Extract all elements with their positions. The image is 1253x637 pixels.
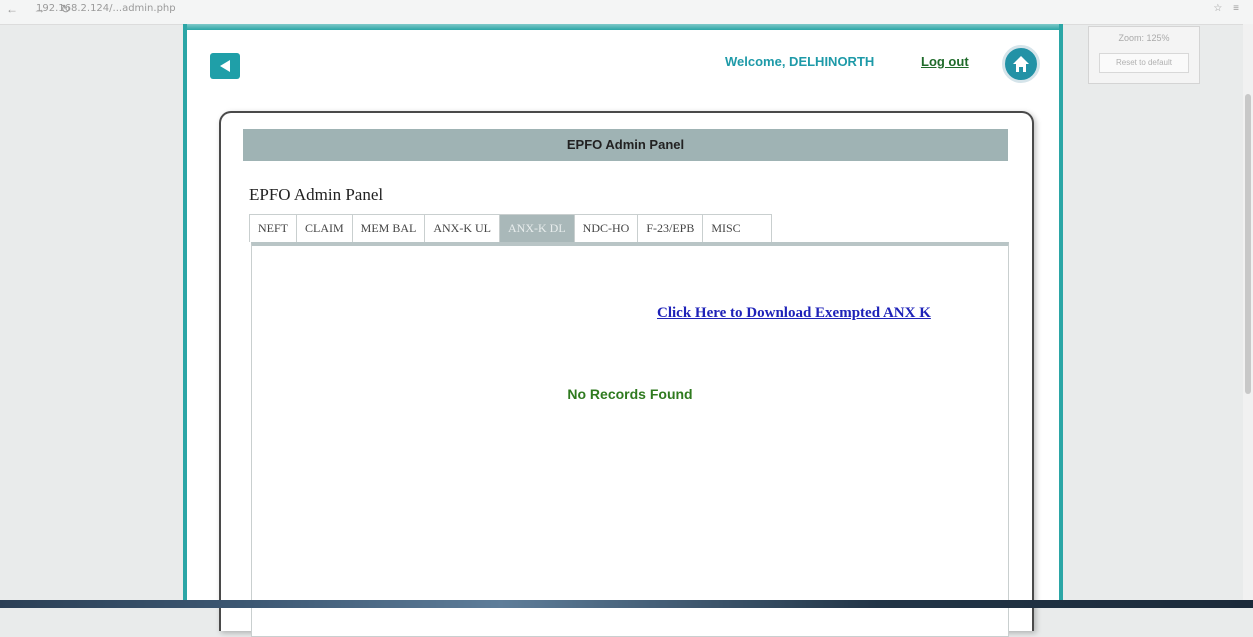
- address-bar[interactable]: 192.168.2.124/...admin.php: [36, 3, 176, 14]
- tab-anx-k-ul[interactable]: ANX-K UL: [425, 215, 500, 242]
- browser-toolbar: ← → ↻ 192.168.2.124/...admin.php ☆ ≡: [0, 0, 1253, 25]
- zoom-level: Zoom: 125%: [1118, 33, 1170, 43]
- browser-menu-icon[interactable]: ☆ ≡: [1213, 3, 1243, 14]
- tab-anx-k-dl[interactable]: ANX-K DL: [500, 215, 575, 242]
- back-button[interactable]: [210, 53, 240, 79]
- scrollbar-thumb[interactable]: [1245, 94, 1251, 394]
- page-top-border: [187, 24, 1059, 30]
- tab-f23-epb[interactable]: F-23/EPB: [638, 215, 704, 242]
- page-scrollbar[interactable]: [1243, 24, 1253, 608]
- home-icon: [1013, 56, 1029, 72]
- welcome-text: Welcome, DELHINORTH: [725, 54, 875, 69]
- empty-state-message: No Records Found: [567, 386, 693, 402]
- tab-neft[interactable]: NEFT: [250, 215, 297, 242]
- download-exempted-anx-k-link[interactable]: Click Here to Download Exempted ANX K: [657, 305, 931, 322]
- tab-bar: NEFT CLAIM MEM BAL ANX-K UL ANX-K DL NDC…: [249, 214, 772, 242]
- tab-claim[interactable]: CLAIM: [297, 215, 353, 242]
- tab-ndc-ho[interactable]: NDC-HO: [575, 215, 639, 242]
- zoom-popup: Zoom: 125% Reset to default: [1088, 26, 1200, 84]
- tab-misc[interactable]: MISC: [703, 215, 770, 242]
- page-container: Welcome, DELHINORTH Log out EPFO Admin P…: [183, 24, 1063, 637]
- back-arrow-icon: [220, 60, 230, 72]
- panel-subtitle: EPFO Admin Panel: [249, 185, 384, 204]
- os-taskbar[interactable]: [0, 600, 1253, 608]
- tab-content: Click Here to Download Exempted ANX K No…: [251, 242, 1009, 637]
- panel-title-bar: EPFO Admin Panel: [243, 129, 1008, 161]
- admin-panel: EPFO Admin Panel EPFO Admin Panel NEFT C…: [219, 111, 1034, 637]
- home-button[interactable]: [1002, 45, 1040, 83]
- reset-zoom-button[interactable]: Reset to default: [1099, 53, 1189, 73]
- logout-link[interactable]: Log out: [921, 54, 969, 69]
- tab-mem-bal[interactable]: MEM BAL: [353, 215, 426, 242]
